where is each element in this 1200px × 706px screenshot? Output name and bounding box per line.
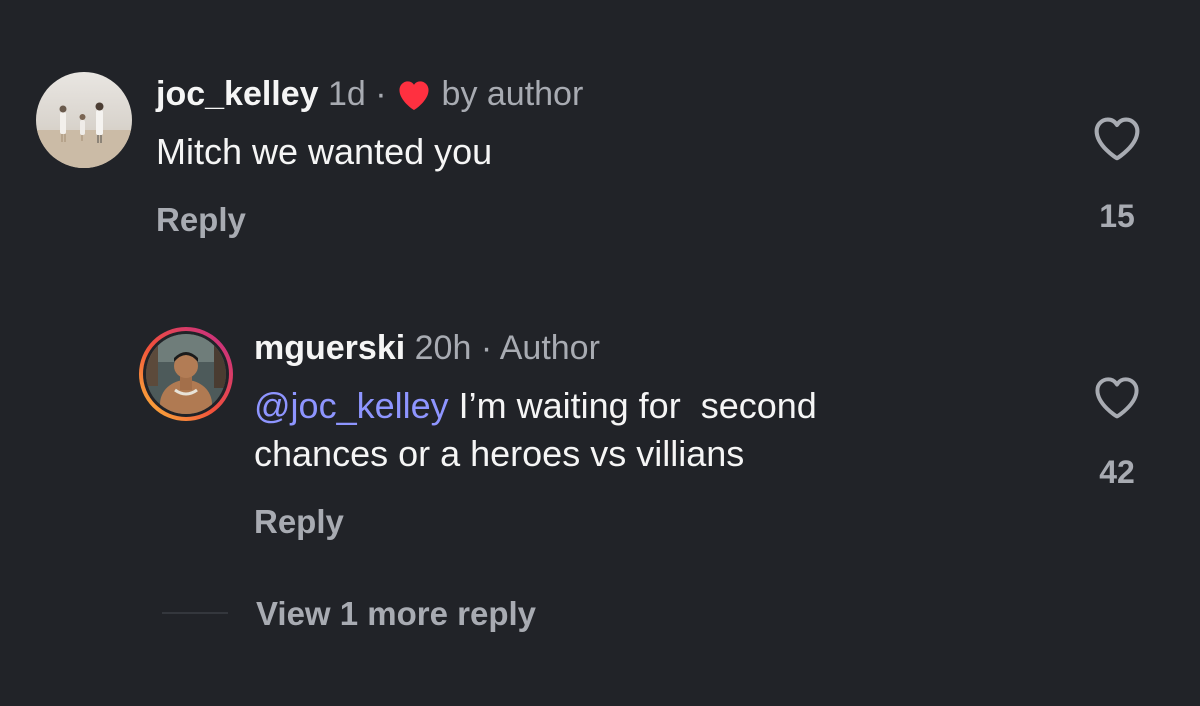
- heart-filled-icon: [396, 76, 432, 116]
- username[interactable]: joc_kelley: [156, 75, 319, 113]
- avatar[interactable]: [36, 72, 132, 168]
- avatar-photo: [139, 327, 233, 421]
- comment-meta: mguerski 20h · Author: [254, 328, 600, 368]
- like-column: 15: [1082, 114, 1152, 235]
- like-count: 42: [1099, 454, 1135, 490]
- comment-text-line1: I’m waiting for second: [448, 385, 817, 426]
- separator: ·: [375, 75, 387, 113]
- comment-meta: joc_kelley 1d · by author: [156, 74, 583, 116]
- avatar-photo: [36, 72, 132, 168]
- reply-button[interactable]: Reply: [156, 200, 246, 240]
- heart-outline-icon[interactable]: [1091, 114, 1143, 167]
- timestamp: 1d: [328, 75, 366, 113]
- username[interactable]: mguerski: [254, 329, 405, 367]
- comment-text-line2: chances or a heroes vs villians: [254, 433, 745, 474]
- reply-button[interactable]: Reply: [254, 502, 344, 542]
- comments-screen: joc_kelley 1d · by author Mitch we wante…: [0, 0, 1200, 706]
- like-column: 42: [1082, 374, 1152, 491]
- comment-text: @joc_kelley I’m waiting for second: [254, 382, 817, 430]
- mention-link[interactable]: @joc_kelley: [254, 385, 449, 426]
- thread-divider: [162, 612, 228, 614]
- like-count: 15: [1099, 198, 1135, 234]
- separator: ·: [480, 329, 493, 367]
- view-more-replies-button[interactable]: View 1 more reply: [256, 594, 536, 634]
- heart-outline-icon[interactable]: [1092, 374, 1142, 425]
- timestamp: 20h: [414, 329, 472, 367]
- author-badge: Author: [499, 329, 600, 367]
- avatar-story-ring[interactable]: [138, 326, 234, 422]
- comment-text: Mitch we wanted you: [156, 131, 493, 172]
- liked-by-author-label: by author: [441, 75, 584, 113]
